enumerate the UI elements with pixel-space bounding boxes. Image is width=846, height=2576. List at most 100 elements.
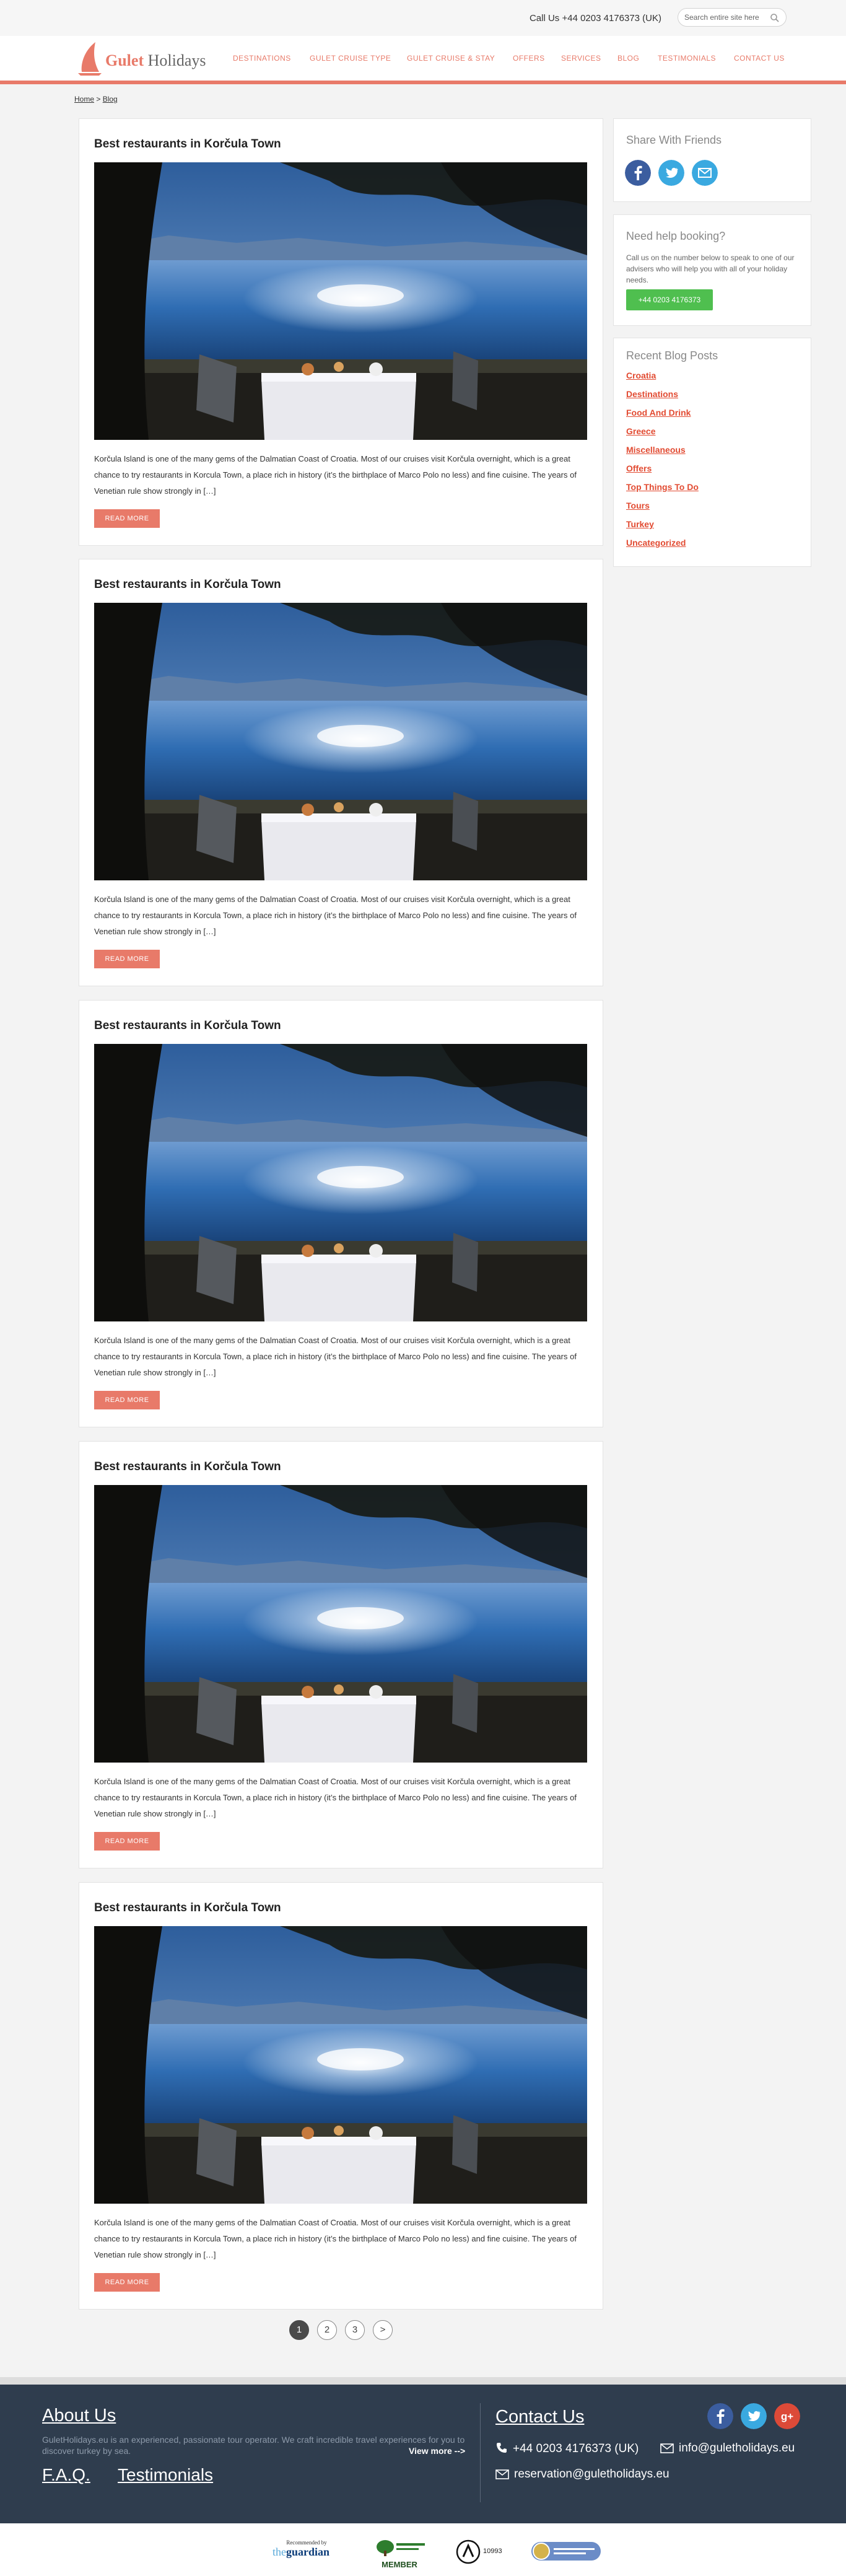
call-number-button[interactable]: +44 0203 4176373 xyxy=(626,289,713,310)
post-title[interactable]: Best restaurants in Korčula Town xyxy=(94,1901,281,1915)
post-image[interactable] xyxy=(94,1485,587,1763)
member-label: MEMBER xyxy=(382,2560,417,2569)
search-box[interactable] xyxy=(678,8,787,27)
envelope-icon xyxy=(660,2443,674,2453)
nav-testimonials[interactable]: TESTIMONIALS xyxy=(658,54,716,63)
travel-association-badge[interactable] xyxy=(531,2539,601,2564)
svg-text:g+: g+ xyxy=(781,2411,793,2422)
google-plus-icon[interactable]: g+ xyxy=(774,2403,800,2429)
list-item: Food And Drink xyxy=(626,408,699,426)
email-icon[interactable] xyxy=(692,160,718,186)
post-excerpt: Korčula Island is one of the many gems o… xyxy=(94,2218,577,2259)
envelope-icon xyxy=(495,2469,509,2479)
post-image[interactable] xyxy=(94,1044,587,1321)
member-badge[interactable]: MEMBER xyxy=(372,2539,427,2569)
category-link[interactable]: Croatia xyxy=(626,370,656,380)
read-more-button[interactable]: READ MORE xyxy=(94,509,160,528)
read-more-button[interactable]: READ MORE xyxy=(94,950,160,968)
share-widget: Share With Friends xyxy=(613,118,811,202)
main-nav: DESTINATIONS GULET CRUISE TYPE GULET CRU… xyxy=(0,54,846,65)
blog-post-card: Best restaurants in Korčula Town Korčula… xyxy=(79,1000,603,1427)
pagination: 1 2 3 > xyxy=(0,2320,846,2340)
post-title[interactable]: Best restaurants in Korčula Town xyxy=(94,1019,281,1033)
list-item: Croatia xyxy=(626,370,699,389)
category-link[interactable]: Destinations xyxy=(626,389,678,399)
search-input[interactable] xyxy=(684,13,765,22)
testimonials-link[interactable]: Testimonials xyxy=(118,2465,213,2485)
post-excerpt: Korčula Island is one of the many gems o… xyxy=(94,895,577,936)
nav-gulet-cruise-stay[interactable]: GULET CRUISE & STAY xyxy=(407,54,495,63)
category-link[interactable]: Uncategorized xyxy=(626,538,686,548)
share-title: Share With Friends xyxy=(626,134,722,146)
abta-badge[interactable]: 10993 xyxy=(456,2539,502,2564)
footer-email-info[interactable]: info@guletholidays.eu xyxy=(660,2442,795,2455)
nav-destinations[interactable]: DESTINATIONS xyxy=(233,54,291,63)
nav-blog[interactable]: BLOG xyxy=(617,54,639,63)
category-link[interactable]: Tours xyxy=(626,501,650,510)
search-icon[interactable] xyxy=(770,13,780,23)
abta-logo-icon xyxy=(456,2539,481,2564)
post-title[interactable]: Best restaurants in Korčula Town xyxy=(94,1460,281,1474)
category-link[interactable]: Offers xyxy=(626,463,652,473)
page-3-button[interactable]: 3 xyxy=(345,2320,365,2340)
twitter-icon[interactable] xyxy=(658,160,684,186)
view-more-link[interactable]: View more --> xyxy=(409,2446,465,2456)
twitter-icon[interactable] xyxy=(741,2403,767,2429)
blog-post-card: Best restaurants in Korčula Town Korčula… xyxy=(79,1441,603,1868)
list-item: Turkey xyxy=(626,519,699,538)
call-us-text: Call Us +44 0203 4176373 (UK) xyxy=(529,13,661,24)
footer-column-divider xyxy=(480,2403,481,2502)
post-excerpt: Korčula Island is one of the many gems o… xyxy=(94,1777,577,1818)
breadcrumb-home[interactable]: Home xyxy=(74,95,94,103)
facebook-icon[interactable] xyxy=(707,2403,733,2429)
category-link[interactable]: Top Things To Do xyxy=(626,482,699,492)
facebook-icon[interactable] xyxy=(625,160,651,186)
list-item: Miscellaneous xyxy=(626,445,699,463)
post-image[interactable] xyxy=(94,1926,587,2204)
category-link[interactable]: Miscellaneous xyxy=(626,445,686,455)
list-item: Greece xyxy=(626,426,699,445)
page-2-button[interactable]: 2 xyxy=(317,2320,337,2340)
footer-phone[interactable]: +44 0203 4176373 (UK) xyxy=(495,2442,639,2456)
blog-post-card: Best restaurants in Korčula Town Korčula… xyxy=(79,559,603,986)
tree-logo-icon xyxy=(377,2540,425,2556)
about-us-link[interactable]: About Us xyxy=(42,2406,116,2426)
category-link[interactable]: Turkey xyxy=(626,519,654,529)
nav-contact-us[interactable]: CONTACT US xyxy=(734,54,785,63)
breadcrumb: Home > Blog xyxy=(74,95,118,103)
post-excerpt: Korčula Island is one of the many gems o… xyxy=(94,454,577,496)
read-more-button[interactable]: READ MORE xyxy=(94,1391,160,1409)
faq-link[interactable]: F.A.Q. xyxy=(42,2465,90,2485)
phone-icon xyxy=(497,2443,507,2453)
page-1-button[interactable]: 1 xyxy=(289,2320,309,2340)
recent-posts-title: Recent Blog Posts xyxy=(626,349,718,362)
nav-services[interactable]: SERVICES xyxy=(561,54,601,63)
guardian-badge[interactable]: Recommended by theguardian xyxy=(273,2539,341,2564)
next-page-button[interactable]: > xyxy=(373,2320,393,2340)
read-more-button[interactable]: READ MORE xyxy=(94,2273,160,2292)
category-list: Croatia Destinations Food And Drink Gree… xyxy=(626,370,699,556)
list-item: Top Things To Do xyxy=(626,482,699,501)
list-item: Uncategorized xyxy=(626,538,699,556)
post-image[interactable] xyxy=(94,603,587,880)
recent-posts-widget: Recent Blog Posts Croatia Destinations F… xyxy=(613,338,811,567)
nav-offers[interactable]: OFFERS xyxy=(513,54,545,63)
post-title[interactable]: Best restaurants in Korčula Town xyxy=(94,578,281,592)
contact-us-link[interactable]: Contact Us xyxy=(495,2407,584,2427)
category-link[interactable]: Food And Drink xyxy=(626,408,691,418)
blog-post-card: Best restaurants in Korčula Town Korčula… xyxy=(79,1882,603,2310)
abta-number: 10993 xyxy=(483,2548,502,2555)
nav-gulet-cruise-type[interactable]: GULET CRUISE TYPE xyxy=(310,54,391,63)
breadcrumb-current[interactable]: Blog xyxy=(103,95,118,103)
top-bar: Call Us +44 0203 4176373 (UK) xyxy=(0,0,846,36)
read-more-button[interactable]: READ MORE xyxy=(94,1832,160,1851)
footer-divider xyxy=(0,2377,846,2385)
help-booking-widget: Need help booking? Call us on the number… xyxy=(613,214,811,326)
footer-email-reservation[interactable]: reservation@guletholidays.eu xyxy=(495,2468,669,2481)
post-title[interactable]: Best restaurants in Korčula Town xyxy=(94,138,281,151)
category-link[interactable]: Greece xyxy=(626,426,655,436)
post-excerpt: Korčula Island is one of the many gems o… xyxy=(94,1336,577,1377)
site-footer: About Us GuletHolidays.eu is an experien… xyxy=(0,2385,846,2523)
post-image[interactable] xyxy=(94,162,587,440)
partner-badges: Recommended by theguardian MEMBER 10993 xyxy=(0,2523,846,2576)
